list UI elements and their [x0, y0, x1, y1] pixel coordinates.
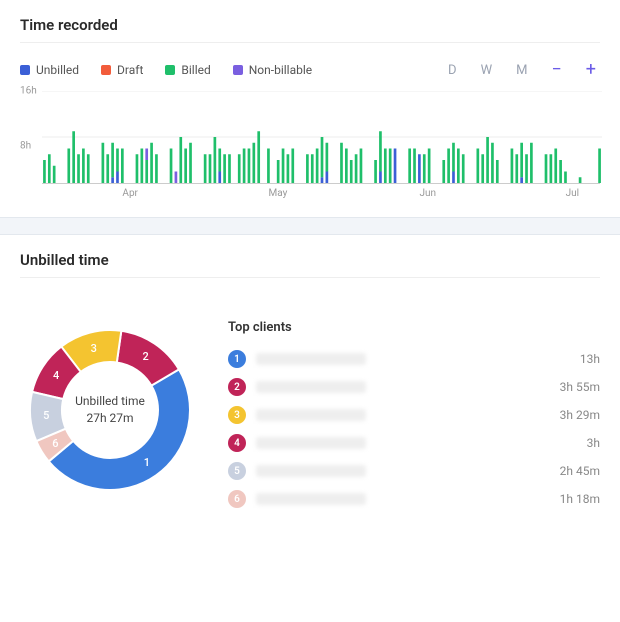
top-clients-title: Top clients	[228, 320, 600, 335]
donut-chart-wrap: Unbilled time 27h 27m 1 2 3 4 5 6	[20, 320, 200, 500]
donut-center-label: Unbilled time	[75, 393, 145, 410]
client-name-redacted	[256, 353, 366, 365]
client-row[interactable]: 5 2h 45m	[228, 457, 600, 485]
divider	[20, 277, 600, 278]
client-list: 1 13h 2 3h 55m 3 3h 29m 4 3h 5 2h 45m 6 …	[228, 345, 600, 513]
swatch-billed-icon	[165, 65, 175, 75]
legend-billed-label: Billed	[181, 63, 210, 77]
x-tick-jul: Jul	[566, 184, 579, 199]
chart-controls: D W M − +	[444, 59, 600, 81]
legend-row: Unbilled Draft Billed Non-billable D W M…	[20, 55, 600, 91]
zoom-in-button[interactable]: +	[582, 59, 600, 81]
x-tick-jun: Jun	[419, 184, 436, 199]
client-time: 3h 29m	[560, 408, 600, 422]
granularity-week-button[interactable]: W	[477, 61, 497, 80]
bar-chart-wrap: 16h 8h AprMayJunJul	[20, 91, 600, 201]
donut-segment-label-1: 1	[138, 453, 156, 471]
y-label-8h: 8h	[20, 141, 31, 152]
client-name-redacted	[256, 493, 366, 505]
donut-segment-label-5: 5	[37, 406, 55, 424]
donut-segment-label-2: 2	[137, 348, 155, 366]
donut-center: Unbilled time 27h 27m	[75, 393, 145, 427]
legend-unbilled[interactable]: Unbilled	[20, 63, 79, 77]
client-time: 2h 45m	[560, 464, 600, 478]
rank-badge-icon: 4	[228, 434, 246, 452]
rank-badge-icon: 1	[228, 350, 246, 368]
section-gap	[0, 217, 620, 235]
legend-unbilled-label: Unbilled	[36, 63, 79, 77]
client-time: 13h	[580, 352, 600, 366]
donut-segment-label-3: 3	[85, 339, 103, 357]
legend-draft[interactable]: Draft	[101, 63, 143, 77]
x-tick-apr: Apr	[122, 184, 138, 199]
client-row[interactable]: 2 3h 55m	[228, 373, 600, 401]
time-recorded-bar-chart[interactable]	[42, 91, 602, 183]
client-row[interactable]: 4 3h	[228, 429, 600, 457]
time-recorded-title: Time recorded	[20, 16, 600, 34]
top-clients: Top clients 1 13h 2 3h 55m 3 3h 29m 4 3h…	[228, 320, 600, 513]
granularity-month-button[interactable]: M	[512, 61, 531, 80]
legend-nonbillable-label: Non-billable	[249, 63, 312, 77]
x-axis: Apr May Jun Jul	[42, 183, 600, 201]
zoom-out-button[interactable]: −	[547, 59, 565, 81]
x-tick-may: May	[269, 184, 288, 199]
legend-nonbillable[interactable]: Non-billable	[233, 63, 312, 77]
donut-segment-label-4: 4	[47, 366, 65, 384]
granularity-day-button[interactable]: D	[444, 61, 461, 80]
client-name-redacted	[256, 437, 366, 449]
legend-billed[interactable]: Billed	[165, 63, 210, 77]
swatch-draft-icon	[101, 65, 111, 75]
rank-badge-icon: 6	[228, 490, 246, 508]
swatch-unbilled-icon	[20, 65, 30, 75]
divider	[20, 42, 600, 43]
unbilled-body: Unbilled time 27h 27m 1 2 3 4 5 6 Top clients…	[20, 290, 600, 513]
legend-draft-label: Draft	[117, 63, 143, 77]
rank-badge-icon: 2	[228, 378, 246, 396]
client-row[interactable]: 3 3h 29m	[228, 401, 600, 429]
rank-badge-icon: 5	[228, 462, 246, 480]
client-row[interactable]: 1 13h	[228, 345, 600, 373]
client-name-redacted	[256, 381, 366, 393]
legend: Unbilled Draft Billed Non-billable	[20, 63, 312, 77]
rank-badge-icon: 3	[228, 406, 246, 424]
donut-center-value: 27h 27m	[75, 410, 145, 427]
donut-segment-label-6: 6	[46, 434, 64, 452]
client-name-redacted	[256, 409, 366, 421]
client-time: 3h 55m	[560, 380, 600, 394]
y-label-16h: 16h	[20, 86, 37, 97]
client-name-redacted	[256, 465, 366, 477]
time-recorded-section: Time recorded Unbilled Draft Billed Non-…	[0, 0, 620, 217]
unbilled-section: Unbilled time Unbilled time 27h 27m 1 2 3 4…	[0, 235, 620, 529]
swatch-nonbillable-icon	[233, 65, 243, 75]
client-row[interactable]: 6 1h 18m	[228, 485, 600, 513]
client-time: 3h	[587, 436, 600, 450]
client-time: 1h 18m	[560, 492, 600, 506]
unbilled-title: Unbilled time	[20, 251, 600, 269]
